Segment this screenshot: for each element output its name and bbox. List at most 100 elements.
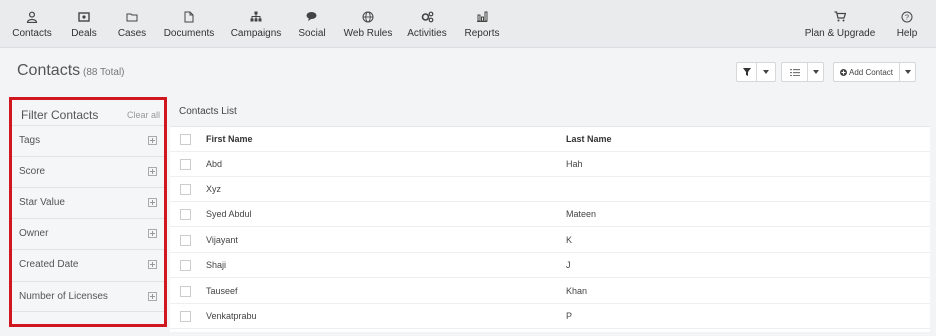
first-name-cell[interactable]: Syed Abdul — [206, 209, 252, 219]
nav-label: Contacts — [12, 27, 52, 39]
filter-icon — [742, 63, 751, 81]
row-checkbox[interactable] — [180, 311, 191, 322]
row-checkbox[interactable] — [180, 209, 191, 220]
table-row[interactable]: Abd Hah — [170, 152, 930, 177]
table-row[interactable]: Syed Abdul Mateen — [170, 202, 930, 227]
filter-dropdown-button[interactable] — [756, 62, 776, 82]
plus-square-icon[interactable] — [148, 229, 157, 238]
nav-label: Social — [298, 27, 326, 39]
nav-deals[interactable]: Deals — [66, 0, 102, 48]
nav-label: Plan & Upgrade — [804, 27, 876, 39]
last-name-cell: Khan — [566, 286, 588, 296]
last-name-cell: K — [566, 235, 573, 245]
table-header-row: First Name Last Name — [170, 127, 930, 152]
row-checkbox[interactable] — [180, 184, 191, 195]
plus-circle-icon — [839, 68, 847, 76]
chevron-down-icon — [904, 70, 911, 74]
nav-documents[interactable]: Documents — [163, 0, 215, 48]
nav-label: Campaigns — [230, 27, 282, 39]
nav-label: Web Rules — [343, 27, 393, 39]
contacts-list-title: Contacts List — [179, 106, 237, 117]
filter-label: Owner — [19, 228, 49, 239]
add-contact-dropdown-button[interactable] — [899, 62, 916, 82]
contacts-table: First Name Last Name Abd Hah Xyz Syed Ab… — [170, 126, 930, 332]
add-contact-button[interactable]: Add Contact — [833, 62, 899, 82]
filter-label: Tags — [19, 135, 41, 146]
nav-campaigns[interactable]: Campaigns — [229, 0, 283, 48]
chevron-down-icon — [763, 70, 769, 74]
chevron-down-icon — [812, 70, 819, 74]
last-name-cell: Hah — [566, 159, 583, 169]
plus-square-icon[interactable] — [148, 260, 157, 269]
document-icon — [184, 10, 194, 24]
row-checkbox[interactable] — [180, 159, 191, 170]
filter-score[interactable]: Score — [12, 156, 164, 187]
nav-label: Activities — [407, 27, 447, 39]
nav-label: Documents — [163, 27, 215, 39]
filter-label: Star Value — [19, 197, 65, 208]
nav-activities[interactable]: Activities — [404, 0, 450, 48]
list-icon — [789, 63, 800, 81]
user-icon — [26, 10, 38, 24]
filter-button[interactable] — [736, 62, 756, 82]
top-navigation: Contacts Deals Cases Documents Campaigns… — [0, 0, 936, 48]
nav-contacts[interactable]: Contacts — [8, 0, 56, 48]
filter-panel-title: Filter Contacts — [21, 108, 99, 122]
clear-all-link[interactable]: Clear all — [127, 110, 160, 120]
add-contact-label: Add Contact — [848, 67, 894, 77]
first-name-cell[interactable]: Tauseef — [206, 286, 238, 296]
nav-web-rules[interactable]: Web Rules — [343, 0, 393, 48]
first-name-cell[interactable]: Abd — [206, 159, 222, 169]
nav-help[interactable]: ? Help — [890, 0, 924, 48]
filter-label: Score — [19, 166, 46, 177]
plus-square-icon[interactable] — [148, 198, 157, 207]
filter-tags[interactable]: Tags — [12, 125, 164, 156]
table-row[interactable]: Xyz — [170, 177, 930, 202]
sitemap-icon — [250, 10, 262, 24]
last-name-cell: P — [566, 311, 573, 321]
bar-chart-icon — [476, 10, 488, 24]
table-row[interactable]: Vijayant K — [170, 228, 930, 253]
nav-label: Deals — [71, 27, 97, 39]
plus-square-icon[interactable] — [148, 136, 157, 145]
first-name-cell[interactable]: Venkatprabu — [206, 311, 257, 321]
filter-label: Created Date — [19, 259, 79, 270]
filter-owner[interactable]: Owner — [12, 218, 164, 249]
table-row[interactable]: Shaji J — [170, 253, 930, 278]
cart-icon — [834, 10, 846, 24]
folder-icon — [126, 10, 138, 24]
comments-icon — [306, 10, 318, 24]
nav-cases[interactable]: Cases — [114, 0, 150, 48]
select-all-checkbox[interactable] — [180, 134, 191, 145]
row-checkbox[interactable] — [180, 286, 191, 297]
column-header-first-name[interactable]: First Name — [206, 134, 253, 144]
filter-number-of-licenses[interactable]: Number of Licenses — [12, 281, 164, 312]
last-name-cell: Mateen — [566, 209, 597, 219]
nav-reports[interactable]: Reports — [461, 0, 503, 48]
row-checkbox[interactable] — [180, 235, 191, 246]
first-name-cell[interactable]: Vijayant — [206, 235, 238, 245]
first-name-cell[interactable]: Shaji — [206, 260, 226, 270]
filter-contacts-panel: Filter Contacts Clear all Tags Score Sta… — [9, 97, 167, 327]
plus-square-icon[interactable] — [148, 167, 157, 176]
column-header-last-name[interactable]: Last Name — [566, 134, 612, 144]
nav-label: Help — [896, 27, 918, 39]
gears-icon — [421, 10, 434, 24]
table-row[interactable]: Venkatprabu P — [170, 304, 930, 329]
view-dropdown-button[interactable] — [807, 62, 824, 82]
filter-star-value[interactable]: Star Value — [12, 187, 164, 218]
nav-plan-upgrade[interactable]: Plan & Upgrade — [804, 0, 876, 48]
contact-count: (88 Total) — [83, 67, 125, 78]
globe-icon — [362, 10, 374, 24]
view-toggle-button[interactable] — [781, 62, 807, 82]
table-row[interactable]: Tauseef Khan — [170, 279, 930, 304]
help-icon: ? — [901, 10, 913, 24]
nav-social[interactable]: Social — [294, 0, 330, 48]
filter-created-date[interactable]: Created Date — [12, 249, 164, 280]
plus-square-icon[interactable] — [148, 292, 157, 301]
nav-label: Reports — [464, 27, 500, 39]
first-name-cell[interactable]: Xyz — [206, 184, 221, 194]
last-name-cell: J — [566, 260, 571, 270]
svg-text:?: ? — [905, 12, 909, 21]
row-checkbox[interactable] — [180, 260, 191, 271]
